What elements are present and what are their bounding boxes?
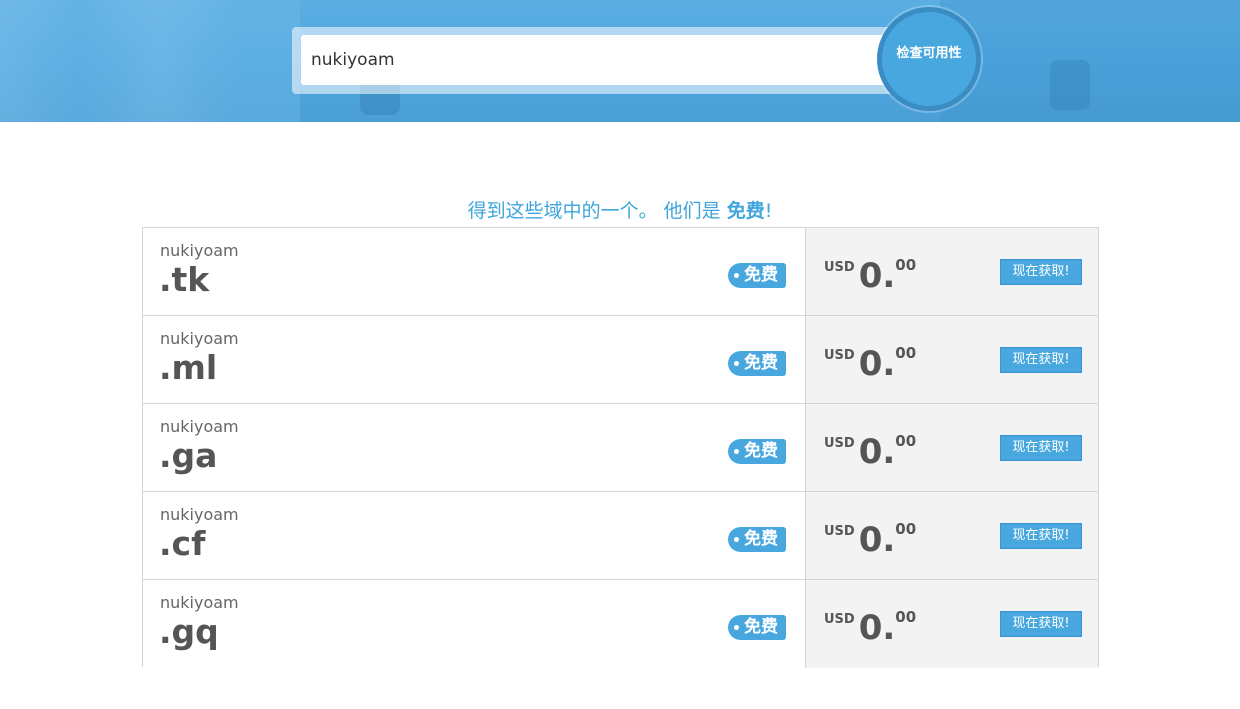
price-decimal: 00 <box>895 256 917 274</box>
price-cell: USD 0.00 现在获取! <box>806 228 1098 315</box>
price-whole: 0. <box>858 256 896 296</box>
domain-results-table: nukiyoam .tk 免费 USD 0.00 现在获取! nukiyoam .… <box>142 227 1099 668</box>
hero-background-blur <box>1050 60 1090 110</box>
free-badge-label: 免费 <box>744 353 778 373</box>
currency: USD <box>824 436 855 451</box>
price-decimal: 00 <box>895 608 917 626</box>
free-badge: 免费 <box>728 263 786 288</box>
currency: USD <box>824 260 855 275</box>
free-badge: 免费 <box>728 439 786 464</box>
domain-tld: .cf <box>159 524 206 563</box>
get-now-button[interactable]: 现在获取! <box>1000 611 1082 637</box>
domain-tld: .tk <box>159 260 210 299</box>
bullet-icon <box>734 537 739 542</box>
price-cell: USD 0.00 现在获取! <box>806 580 1098 668</box>
domain-name: nukiyoam <box>160 241 239 260</box>
price: USD 0.00 <box>824 344 916 384</box>
heading-text: 得到这些域中的一个。 他们是 <box>467 200 727 222</box>
free-badge: 免费 <box>728 615 786 640</box>
currency: USD <box>824 612 855 627</box>
domain-row: nukiyoam .cf 免费 USD 0.00 现在获取! <box>143 492 1098 580</box>
domain-info-cell: nukiyoam .gq 免费 <box>143 580 806 668</box>
bullet-icon <box>734 625 739 630</box>
get-now-button[interactable]: 现在获取! <box>1000 435 1082 461</box>
price: USD 0.00 <box>824 432 916 472</box>
price-decimal: 00 <box>895 344 917 362</box>
hero-background-blur <box>940 0 1240 122</box>
currency: USD <box>824 524 855 539</box>
hero-background-blur <box>0 0 300 122</box>
domain-name: nukiyoam <box>160 505 239 524</box>
domain-tld: .ml <box>159 348 218 387</box>
bullet-icon <box>734 361 739 366</box>
price: USD 0.00 <box>824 608 916 648</box>
check-availability-button[interactable]: 检查可用性 <box>877 7 981 111</box>
get-now-button[interactable]: 现在获取! <box>1000 347 1082 373</box>
price: USD 0.00 <box>824 256 916 296</box>
domain-row: nukiyoam .ga 免费 USD 0.00 现在获取! <box>143 404 1098 492</box>
free-badge-label: 免费 <box>744 441 778 461</box>
free-badge-label: 免费 <box>744 265 778 285</box>
domain-row: nukiyoam .ml 免费 USD 0.00 现在获取! <box>143 316 1098 404</box>
price-cell: USD 0.00 现在获取! <box>806 492 1098 579</box>
domain-info-cell: nukiyoam .ml 免费 <box>143 316 806 403</box>
domain-name: nukiyoam <box>160 593 239 612</box>
domain-tld: .gq <box>159 612 219 651</box>
page-heading: 得到这些域中的一个。 他们是 免费! <box>0 196 1240 223</box>
domain-name: nukiyoam <box>160 329 239 348</box>
get-now-button[interactable]: 现在获取! <box>1000 259 1082 285</box>
currency: USD <box>824 348 855 363</box>
domain-info-cell: nukiyoam .cf 免费 <box>143 492 806 579</box>
price-whole: 0. <box>858 344 896 384</box>
free-badge-label: 免费 <box>744 617 778 637</box>
hero-banner: 检查可用性 <box>0 0 1240 122</box>
heading-emphasis: 免费 <box>726 200 765 222</box>
domain-row: nukiyoam .gq 免费 USD 0.00 现在获取! <box>143 580 1098 668</box>
bullet-icon <box>734 273 739 278</box>
price-cell: USD 0.00 现在获取! <box>806 316 1098 403</box>
domain-name: nukiyoam <box>160 417 239 436</box>
domain-tld: .ga <box>159 436 218 475</box>
bullet-icon <box>734 449 739 454</box>
get-now-button[interactable]: 现在获取! <box>1000 523 1082 549</box>
price-whole: 0. <box>858 432 896 472</box>
heading-suffix: ! <box>764 200 773 222</box>
domain-row: nukiyoam .tk 免费 USD 0.00 现在获取! <box>143 228 1098 316</box>
price-cell: USD 0.00 现在获取! <box>806 404 1098 491</box>
price-whole: 0. <box>858 520 896 560</box>
price-decimal: 00 <box>895 520 917 538</box>
free-badge: 免费 <box>728 527 786 552</box>
domain-search-input[interactable] <box>301 35 891 85</box>
free-badge: 免费 <box>728 351 786 376</box>
domain-info-cell: nukiyoam .ga 免费 <box>143 404 806 491</box>
price: USD 0.00 <box>824 520 916 560</box>
domain-info-cell: nukiyoam .tk 免费 <box>143 228 806 315</box>
free-badge-label: 免费 <box>744 529 778 549</box>
price-whole: 0. <box>858 608 896 648</box>
price-decimal: 00 <box>895 432 917 450</box>
